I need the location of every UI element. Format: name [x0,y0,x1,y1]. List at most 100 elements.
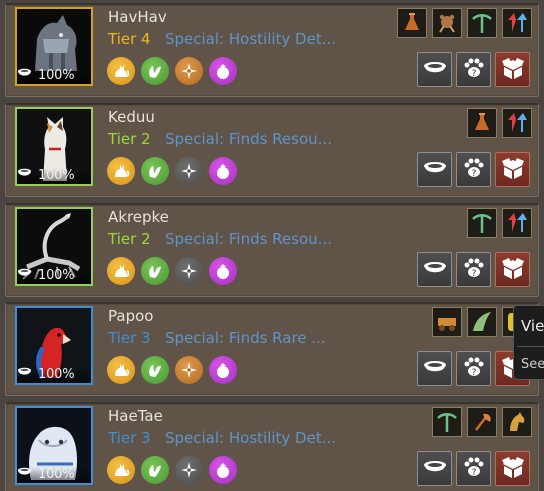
gray-compass-skill-icon[interactable] [175,157,203,185]
svg-text:?: ? [471,69,476,79]
pet-special[interactable]: Special: Hostility Det... [165,30,336,48]
feed-button[interactable] [417,152,452,187]
bear-icon[interactable] [432,8,462,38]
gold-cat-skill-icon[interactable] [107,157,135,185]
seal-button[interactable] [495,252,530,287]
card-divider [6,103,538,105]
feed-button[interactable] [417,451,452,486]
pet-special[interactable]: Special: Finds Rare ... [165,329,326,347]
pet-actions: ? [417,152,530,187]
pet-info-button[interactable]: ? [456,252,491,287]
bowl-icon [422,159,448,181]
bowl-icon [18,467,35,480]
card-divider [6,3,538,5]
hunger-percent: 100% [38,168,75,183]
bowl-icon [18,268,35,281]
pet-card[interactable]: 100% HaeTae Tier 3 Special: Hostility Det..… [5,402,539,491]
pet-portrait[interactable]: 100% [15,7,93,86]
pet-special[interactable]: Special: Finds Resou... [165,230,332,248]
pet-card[interactable]: 100% Akrepke Tier 2 Special: Finds Resou...… [5,203,539,297]
pet-portrait[interactable]: 100% [15,306,93,385]
cart-icon[interactable] [432,307,462,337]
pickaxe-icon[interactable] [467,8,497,38]
bowl-icon [422,59,448,81]
green-paw-skill-icon[interactable] [141,456,169,484]
hunger-indicator: 100% [17,68,91,84]
pet-tier: Tier 4 [108,30,151,48]
skill-list [107,356,237,384]
paw-question-icon: ? [461,255,487,285]
green-paw-skill-icon[interactable] [141,57,169,85]
svg-text:?: ? [471,269,476,279]
green-paw-skill-icon[interactable] [141,257,169,285]
pet-actions: ? [417,252,530,287]
pet-info-button[interactable]: ? [456,52,491,87]
feed-button[interactable] [417,52,452,87]
purple-bag-skill-icon[interactable] [209,257,237,285]
svg-text:?: ? [471,368,476,378]
seal-box-icon [500,454,526,484]
passive-skill-list [467,208,532,238]
pet-portrait[interactable]: 100% [15,107,93,186]
seal-button[interactable] [495,451,530,486]
purple-bag-skill-icon[interactable] [209,57,237,85]
horse-icon[interactable] [502,407,532,437]
pet-portrait[interactable]: 100% [15,207,93,286]
potion-icon[interactable] [467,108,497,138]
orange-compass-skill-icon[interactable] [175,356,203,384]
orange-compass-skill-icon[interactable] [175,57,203,85]
bowl-icon [18,168,35,181]
hunger-percent: 100% [38,367,75,382]
pet-name: Keduu [108,108,155,126]
pet-name: Papoo [108,307,154,325]
pet-card[interactable]: 100% HavHav Tier 4 Special: Hostility Det..… [5,3,539,97]
purple-bag-skill-icon[interactable] [209,157,237,185]
card-divider [6,302,538,304]
wing-icon[interactable] [467,307,497,337]
green-paw-skill-icon[interactable] [141,356,169,384]
speed-up-icon[interactable] [502,208,532,238]
purple-bag-skill-icon[interactable] [209,356,237,384]
gold-cat-skill-icon[interactable] [107,356,135,384]
pet-card[interactable]: 100% Keduu Tier 2 Special: Finds Resou...? [5,103,539,197]
gold-cat-skill-icon[interactable] [107,456,135,484]
pet-info-button[interactable]: ? [456,351,491,386]
pet-card[interactable]: 100% Papoo Tier 3 Special: Finds Rare ...? [5,302,539,396]
purple-bag-skill-icon[interactable] [209,456,237,484]
pet-special[interactable]: Special: Hostility Det... [165,429,336,447]
speed-up-icon[interactable] [502,8,532,38]
gray-compass-skill-icon[interactable] [175,257,203,285]
pet-portrait[interactable]: 100% [15,406,93,485]
pickaxe-icon[interactable] [467,208,497,238]
bowl-icon [422,358,448,380]
seal-button[interactable] [495,52,530,87]
gold-cat-skill-icon[interactable] [107,257,135,285]
pet-special[interactable]: Special: Finds Resou... [165,130,332,148]
paw-question-icon: ? [461,454,487,484]
pickaxe-icon[interactable] [432,407,462,437]
gold-cat-skill-icon[interactable] [107,57,135,85]
seal-button[interactable] [495,152,530,187]
skill-list [107,157,237,185]
paw-question-icon: ? [461,155,487,185]
axe-icon[interactable] [467,407,497,437]
potion-icon[interactable] [397,8,427,38]
speed-up-icon[interactable] [502,108,532,138]
tooltip-divider [517,346,544,347]
gray-compass-skill-icon[interactable] [175,456,203,484]
feed-button[interactable] [417,351,452,386]
pet-info-button[interactable]: ? [456,152,491,187]
pet-info-button[interactable]: ? [456,451,491,486]
skill-list [107,257,237,285]
skill-list [107,456,237,484]
pet-list: 100% HavHav Tier 4 Special: Hostility Det..… [0,0,544,491]
green-paw-skill-icon[interactable] [141,157,169,185]
feed-button[interactable] [417,252,452,287]
svg-text:?: ? [471,169,476,179]
pet-name: Akrepke [108,208,169,226]
hunger-indicator: 100% [17,168,91,184]
skill-list [107,57,237,85]
hunger-percent: 100% [38,268,75,283]
hunger-indicator: 100% [17,268,91,284]
pet-tier: Tier 3 [108,329,151,347]
